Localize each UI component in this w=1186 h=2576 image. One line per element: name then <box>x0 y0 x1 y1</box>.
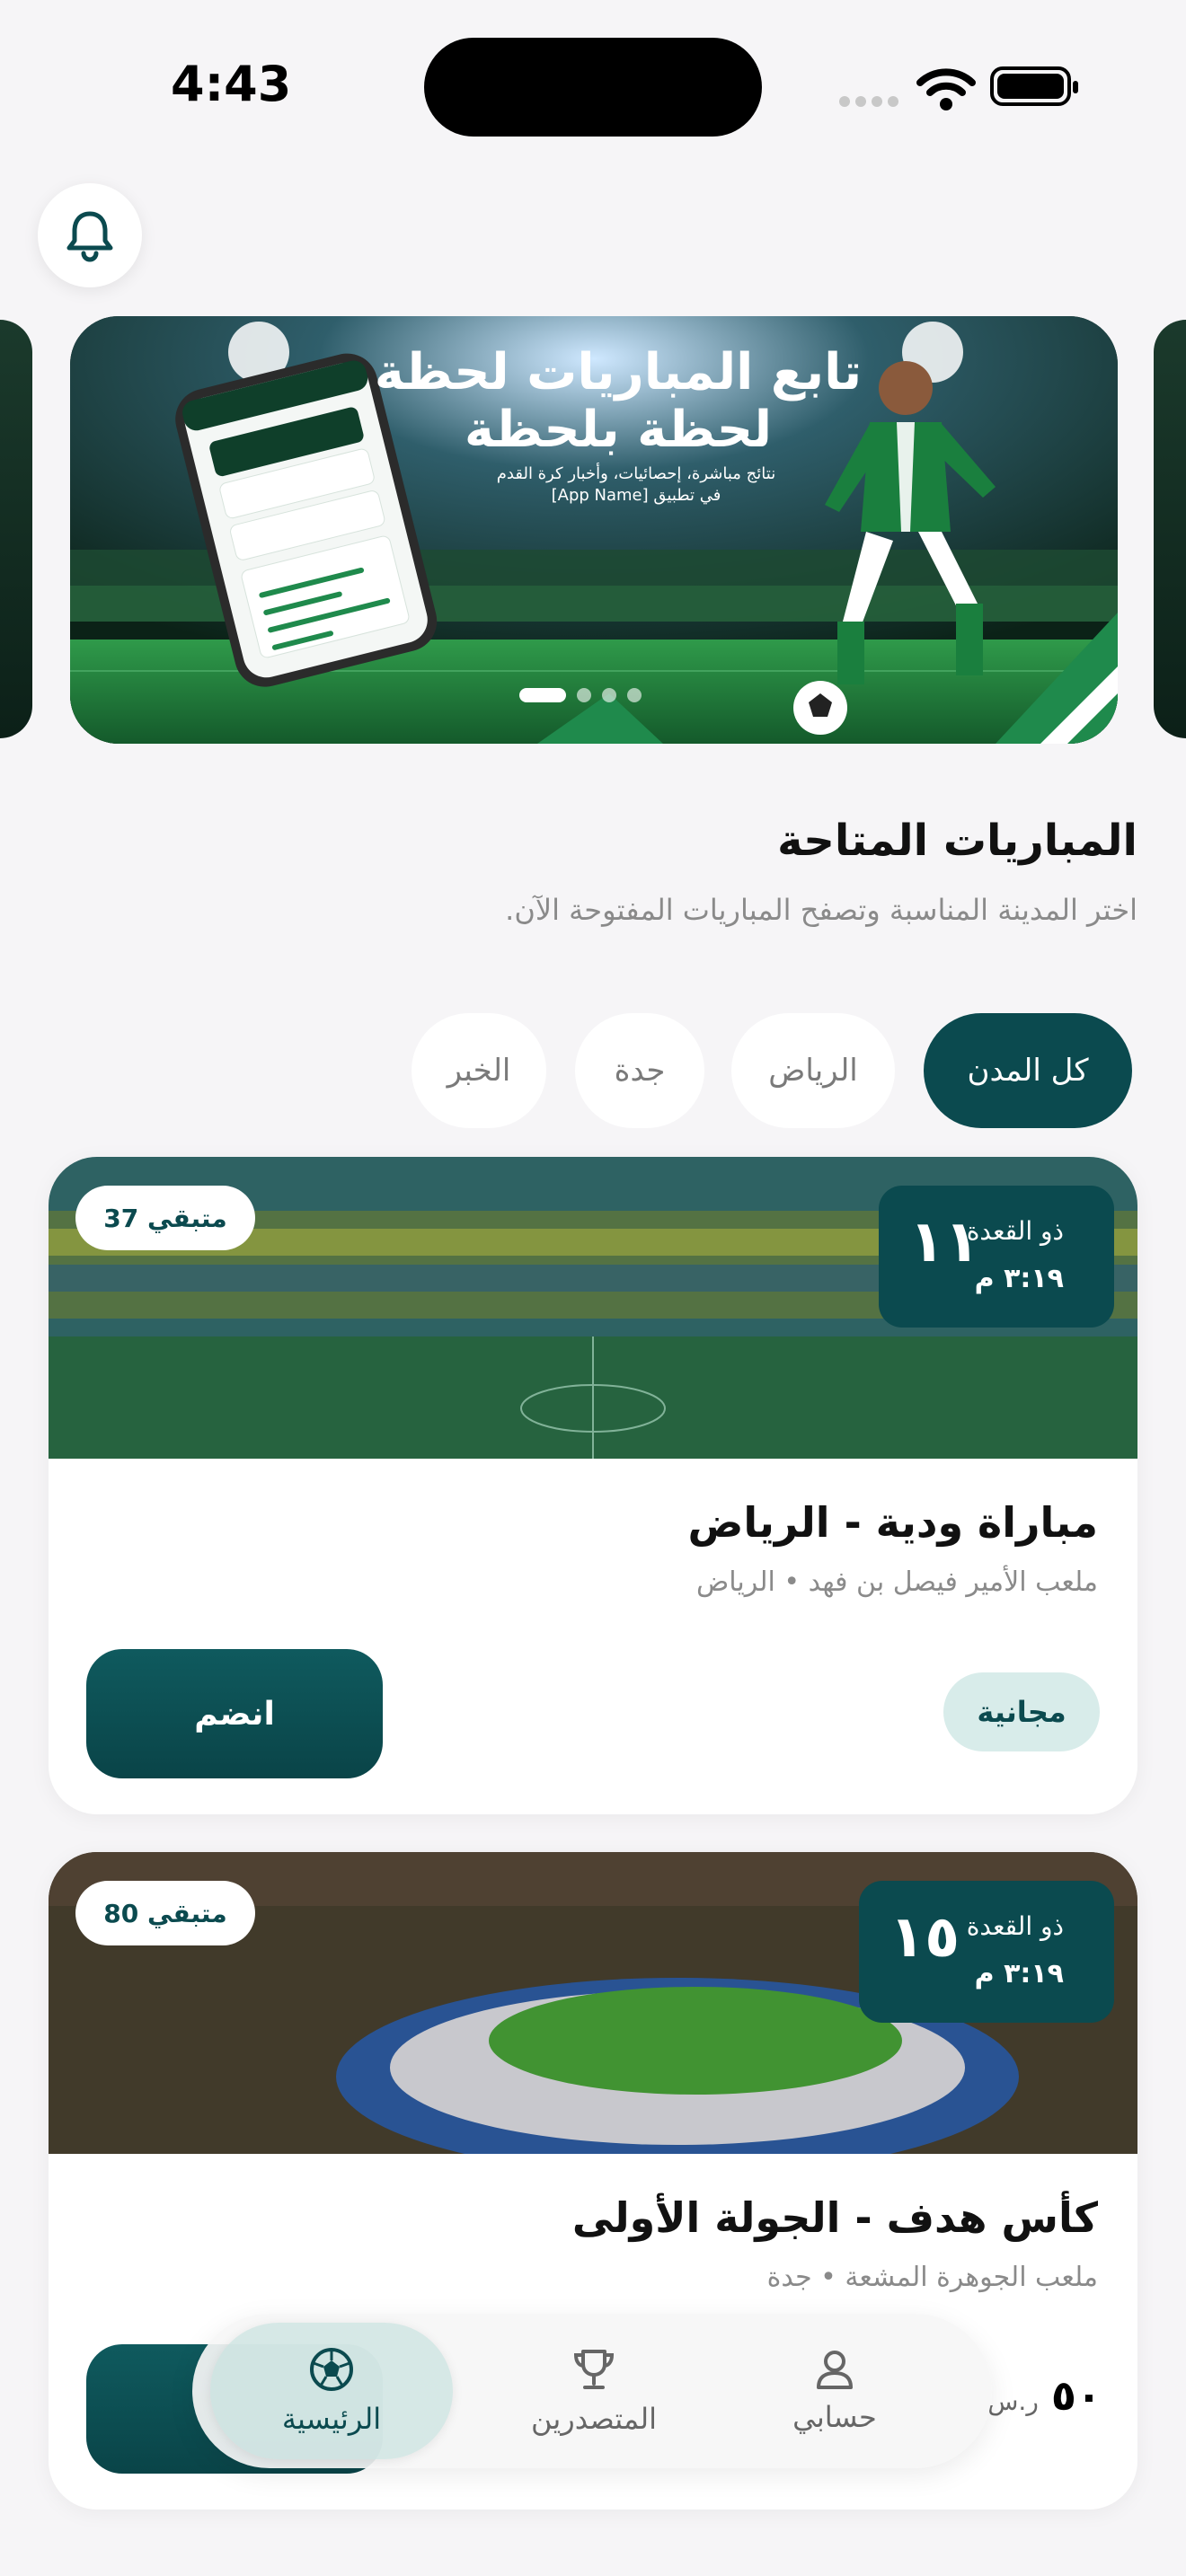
city-chip-riyadh[interactable]: الرياض <box>731 1013 895 1128</box>
nav-label: حسابي <box>792 2400 877 2434</box>
section-subtitle: اختر المدينة المناسبة وتصفح المباريات ال… <box>505 893 1137 927</box>
dynamic-island <box>424 38 762 137</box>
carousel-next-card[interactable] <box>1154 320 1186 738</box>
nav-label: المتصدرين <box>530 2402 658 2436</box>
wifi-icon <box>916 66 976 115</box>
section-title: المباريات المتاحة <box>777 816 1137 866</box>
remaining-spots-badge: متبقي 37 <box>75 1186 255 1250</box>
pager-dot[interactable] <box>577 688 591 702</box>
city-chip-all[interactable]: كل المدن <box>924 1013 1132 1128</box>
nav-item-account[interactable]: حسابي <box>713 2314 956 2468</box>
user-icon <box>817 2351 853 2389</box>
nav-item-home[interactable]: الرئيسية <box>210 2323 453 2459</box>
match-title: كأس هدف - الجولة الأولى <box>571 2193 1098 2242</box>
match-card[interactable]: ذو القعدة ٣:١٩ م ١١ متبقي 37 مباراة ودية… <box>49 1157 1137 1814</box>
promo-banner[interactable]: تابع المباريات لحظة لحظة بلحظة نتائج مبا… <box>70 316 1118 744</box>
nav-item-leaderboard[interactable]: المتصدرين <box>473 2314 715 2468</box>
pager-dot[interactable] <box>627 688 642 702</box>
date-day: ١٥ <box>890 1904 960 1971</box>
pager-dot[interactable] <box>602 688 616 702</box>
date-badge: ذو القعدة ٣:١٩ م ١١ <box>879 1186 1114 1328</box>
match-title: مباراة ودية - الرياض <box>687 1498 1098 1547</box>
date-time: ٣:١٩ م <box>974 1958 1064 1989</box>
date-badge: ذو القعدة ٣:١٩ م ١٥ <box>859 1881 1114 2023</box>
free-badge: مجانية <box>943 1672 1100 1751</box>
match-venue: ملعب الأمير فيصل بن فهد • الرياض <box>696 1566 1098 1598</box>
price: ٥٠ ر.س <box>987 2371 1102 2420</box>
date-time: ٣:١٩ م <box>974 1263 1064 1294</box>
remaining-spots-badge: متبقي 80 <box>75 1881 255 1945</box>
join-button[interactable]: انضم <box>86 1649 383 1778</box>
banner-subtitle-line2: في تطبيق [App Name] <box>551 486 721 505</box>
signal-icon <box>839 93 904 110</box>
carousel-pager[interactable] <box>519 688 642 702</box>
battery-icon <box>990 66 1078 106</box>
city-chip-jeddah[interactable]: جدة <box>575 1013 704 1128</box>
city-chip-khobar[interactable]: الخبر <box>412 1013 546 1128</box>
banner-title-line2: لحظة بلحظة <box>464 401 773 459</box>
bottom-nav: حسابي المتصدرين الرئيسية <box>192 2314 992 2468</box>
pager-dot-active[interactable] <box>519 688 566 702</box>
price-currency: ر.س <box>987 2386 1039 2416</box>
match-venue: ملعب الجوهرة المشعة • جدة <box>766 2262 1098 2293</box>
status-time: 4:43 <box>171 56 292 112</box>
date-month: ذو القعدة <box>966 1216 1064 1246</box>
nav-label: الرئيسية <box>281 2402 382 2436</box>
trophy-icon <box>573 2350 615 2389</box>
carousel-prev-card[interactable] <box>0 320 32 738</box>
soccer-ball-icon <box>310 2348 353 2391</box>
price-value: ٥٠ <box>1050 2371 1102 2420</box>
date-day: ١١ <box>909 1209 980 1275</box>
date-month: ذو القعدة <box>966 1911 1064 1941</box>
banner-title-line1: تابع المباريات لحظة <box>374 343 863 401</box>
banner-subtitle-line1: نتائج مباشرة، إحصائيات، وأخبار كرة القدم <box>496 464 776 483</box>
bell-icon <box>66 211 113 262</box>
notifications-button[interactable] <box>38 183 142 287</box>
